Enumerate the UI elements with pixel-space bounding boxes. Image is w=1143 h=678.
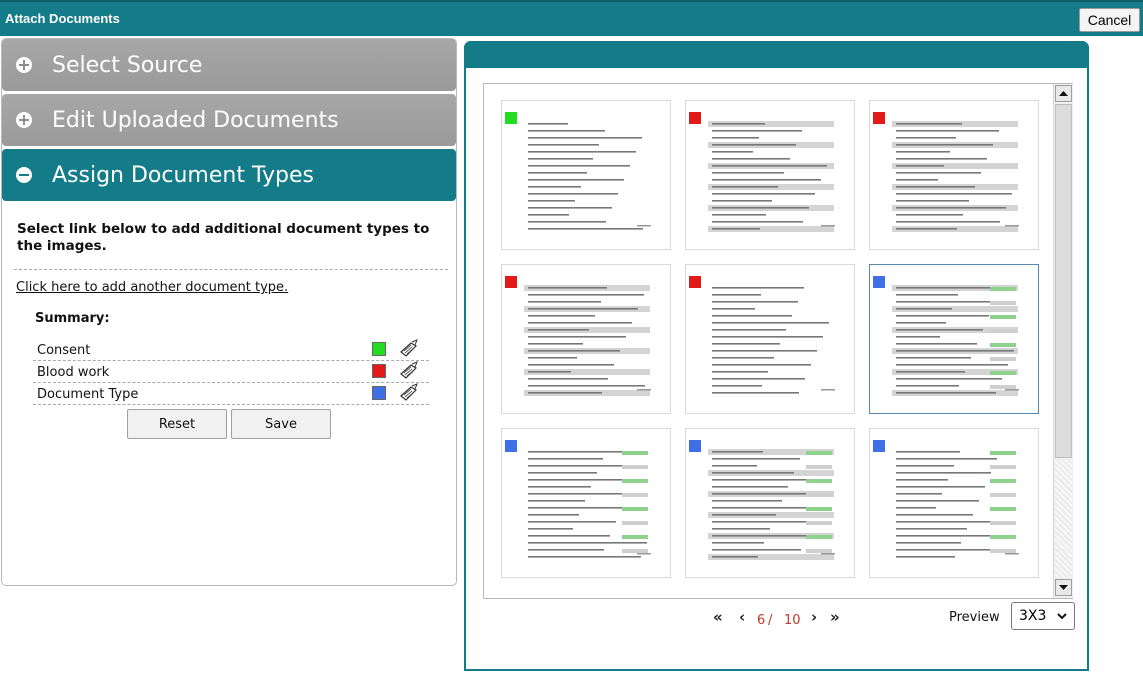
assign-instructions: Select link below to add additional docu…	[17, 221, 430, 254]
document-thumbnail[interactable]	[501, 100, 671, 250]
document-thumbnail[interactable]	[685, 428, 855, 578]
document-thumbnail[interactable]	[869, 264, 1039, 414]
page-preview-image	[888, 105, 1022, 247]
accordion-assign-document-types[interactable]: Assign Document Types	[2, 149, 456, 201]
edit-document-icon[interactable]	[399, 383, 419, 403]
document-type-marker	[689, 276, 701, 288]
expand-plus-icon	[16, 57, 32, 73]
summary-row-blood-work: Blood work	[33, 361, 429, 383]
reset-button[interactable]: Reset	[127, 409, 227, 439]
preview-label: Preview	[949, 610, 1000, 625]
accordion-select-source[interactable]: Select Source	[2, 39, 456, 91]
summary-name: Consent	[37, 343, 91, 358]
document-thumbnail[interactable]	[869, 100, 1039, 250]
document-type-marker	[505, 440, 517, 452]
arrow-down-icon	[1059, 585, 1068, 590]
page-preview-image	[704, 433, 838, 575]
page-preview-image	[520, 269, 654, 411]
scroll-down-button[interactable]	[1055, 579, 1072, 596]
window-title: Attach Documents	[5, 11, 120, 26]
title-bar: Attach Documents Cancel	[0, 0, 1143, 36]
summary-list: Consent Blood work Document Type	[33, 339, 429, 405]
collapse-minus-icon	[16, 167, 32, 183]
scroll-up-button[interactable]	[1055, 85, 1072, 102]
scroll-track[interactable]	[1055, 460, 1072, 578]
first-page-icon[interactable]: «	[713, 608, 723, 626]
previous-page-icon[interactable]: ‹	[739, 608, 745, 626]
accordion-edit-uploaded-documents[interactable]: Edit Uploaded Documents	[2, 94, 456, 146]
current-page: 6	[757, 613, 766, 628]
summary-name: Blood work	[37, 365, 110, 380]
total-pages: 10	[784, 613, 801, 628]
document-thumbnail[interactable]	[501, 428, 671, 578]
divider	[14, 269, 448, 270]
summary-heading: Summary:	[35, 311, 110, 326]
grid-size-value: 3X3	[1019, 608, 1047, 624]
edit-document-icon[interactable]	[399, 361, 419, 381]
thumbnail-viewer	[483, 83, 1073, 599]
color-swatch	[372, 364, 386, 378]
summary-row-document-type: Document Type	[33, 383, 429, 405]
save-button[interactable]: Save	[231, 409, 331, 439]
document-thumbnail[interactable]	[685, 264, 855, 414]
document-type-marker	[689, 440, 701, 452]
preview-panel: « ‹ 6 / 10 › » Preview 3X3	[464, 41, 1089, 671]
preview-panel-header	[464, 41, 1089, 68]
scroll-thumb[interactable]	[1055, 104, 1072, 458]
page-preview-image	[704, 105, 838, 247]
page-preview-image	[520, 105, 654, 247]
accordion-label: Edit Uploaded Documents	[52, 107, 339, 133]
color-swatch	[372, 342, 386, 356]
accordion-panel: Select Source Edit Uploaded Documents As…	[1, 38, 457, 586]
document-type-marker	[873, 276, 885, 288]
document-thumbnail[interactable]	[869, 428, 1039, 578]
accordion-label: Select Source	[52, 52, 203, 78]
document-type-marker	[689, 112, 701, 124]
page-separator: /	[768, 613, 773, 628]
document-type-marker	[873, 440, 885, 452]
page-preview-image	[888, 269, 1022, 411]
accordion-label: Assign Document Types	[52, 162, 314, 188]
document-type-marker	[505, 112, 517, 124]
page-preview-image	[888, 433, 1022, 575]
last-page-icon[interactable]: »	[830, 608, 840, 626]
next-page-icon[interactable]: ›	[811, 608, 817, 626]
color-swatch	[372, 386, 386, 400]
page-preview-image	[520, 433, 654, 575]
document-thumbnail[interactable]	[685, 100, 855, 250]
summary-row-consent: Consent	[33, 339, 429, 361]
document-type-marker	[505, 276, 517, 288]
add-document-type-link[interactable]: Click here to add another document type.	[16, 280, 288, 295]
document-thumbnail[interactable]	[501, 264, 671, 414]
page-preview-image	[704, 269, 838, 411]
arrow-up-icon	[1059, 91, 1068, 96]
document-type-marker	[873, 112, 885, 124]
vertical-scrollbar[interactable]	[1053, 84, 1073, 598]
edit-document-icon[interactable]	[399, 339, 419, 359]
grid-size-select[interactable]: 3X3	[1011, 602, 1075, 630]
expand-plus-icon	[16, 112, 32, 128]
chevron-down-icon	[1057, 613, 1067, 620]
summary-name: Document Type	[37, 387, 139, 402]
cancel-button[interactable]: Cancel	[1079, 8, 1140, 32]
